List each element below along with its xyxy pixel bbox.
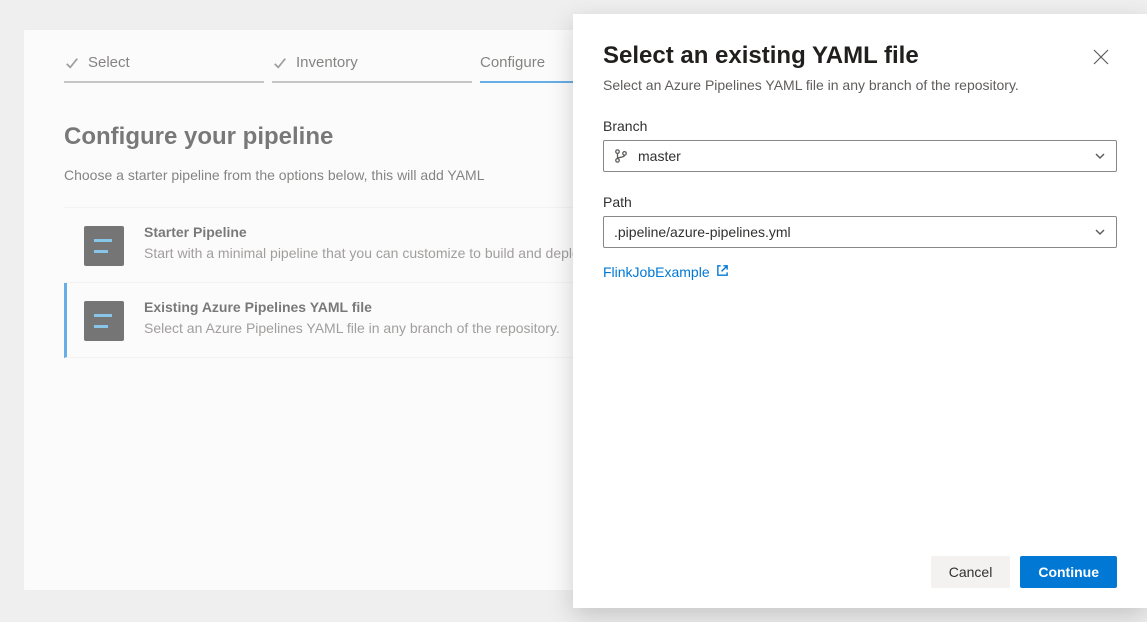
path-select[interactable]: .pipeline/azure-pipelines.yml (603, 216, 1117, 248)
yaml-file-panel: Select an existing YAML file Select an A… (573, 14, 1147, 608)
panel-subtitle: Select an Azure Pipelines YAML file in a… (603, 76, 1085, 96)
branch-select[interactable]: master (603, 140, 1117, 172)
chevron-down-icon (1094, 226, 1106, 238)
branch-value: master (638, 148, 1094, 164)
path-value: .pipeline/azure-pipelines.yml (614, 224, 1094, 240)
continue-button[interactable]: Continue (1020, 556, 1117, 588)
panel-actions: Cancel Continue (603, 540, 1117, 588)
chevron-down-icon (1094, 150, 1106, 162)
path-label: Path (603, 194, 1117, 210)
git-branch-icon (614, 148, 628, 164)
repo-link-text: FlinkJobExample (603, 264, 710, 280)
cancel-button[interactable]: Cancel (931, 556, 1011, 588)
close-icon (1092, 48, 1110, 69)
branch-label: Branch (603, 118, 1117, 134)
close-button[interactable] (1085, 42, 1117, 74)
open-external-icon (716, 264, 729, 280)
panel-title: Select an existing YAML file (603, 42, 1085, 70)
repo-link[interactable]: FlinkJobExample (603, 264, 729, 280)
